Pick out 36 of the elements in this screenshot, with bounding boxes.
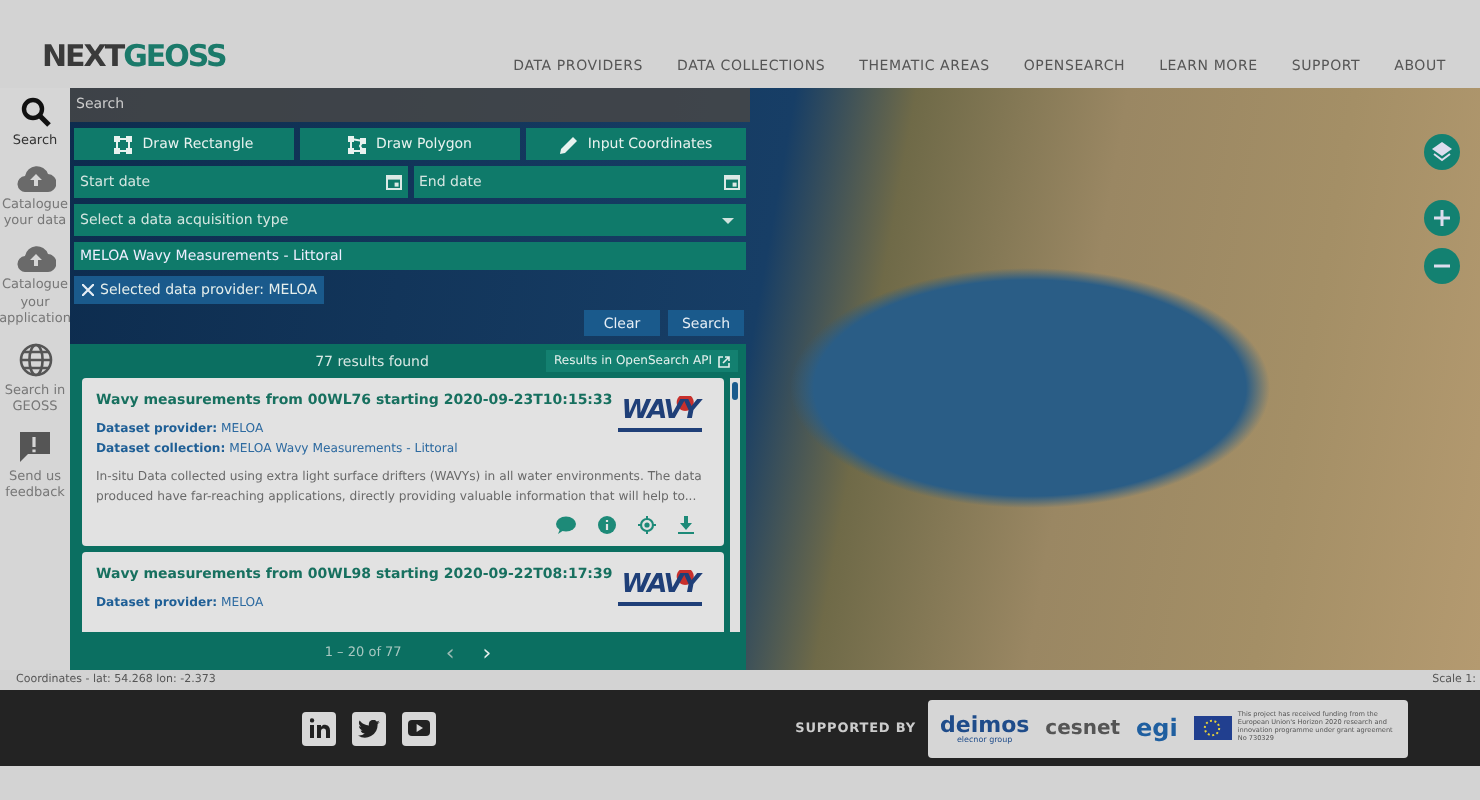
eu-flag-icon <box>1193 716 1232 740</box>
minus-icon <box>1434 264 1450 268</box>
rectangle-icon <box>114 135 133 153</box>
layers-icon <box>1432 142 1452 162</box>
nextgeoss-logo[interactable]: NEXTGEOSS <box>42 38 226 74</box>
wavy-logo: WAVY <box>617 396 703 432</box>
linkedin-icon <box>309 718 329 738</box>
scrollbar[interactable] <box>730 378 740 632</box>
cloud-upload-icon <box>15 164 55 193</box>
feedback-icon <box>18 430 52 464</box>
bird-icon <box>358 719 380 737</box>
result-card[interactable] <box>82 378 724 546</box>
caret-icon <box>722 217 734 223</box>
target-icon[interactable] <box>638 516 656 535</box>
pencil-icon <box>559 135 578 153</box>
youtube-button[interactable] <box>402 711 436 745</box>
info-icon[interactable] <box>598 516 616 535</box>
close-icon <box>82 284 94 296</box>
calendar-icon[interactable] <box>385 174 401 190</box>
external-link-icon <box>718 355 730 367</box>
previous-page-button[interactable]: ‹ <box>445 639 455 665</box>
search-icon <box>19 96 51 128</box>
next-page-button[interactable]: › <box>482 639 492 665</box>
linkedin-button[interactable] <box>302 711 336 745</box>
wavy-logo: WAVY <box>617 570 703 606</box>
plus-icon <box>1434 210 1450 226</box>
twitter-button[interactable] <box>352 711 386 745</box>
polygon-icon <box>347 135 366 153</box>
egi-logo: egi <box>1136 714 1178 742</box>
cloud-upload-icon <box>15 244 55 273</box>
comment-icon[interactable] <box>556 516 576 535</box>
globe-icon <box>17 341 53 378</box>
calendar-icon[interactable] <box>724 174 740 190</box>
play-icon <box>408 720 430 736</box>
cesnet-logo: cesnet <box>1045 717 1121 739</box>
download-icon[interactable] <box>678 516 694 535</box>
